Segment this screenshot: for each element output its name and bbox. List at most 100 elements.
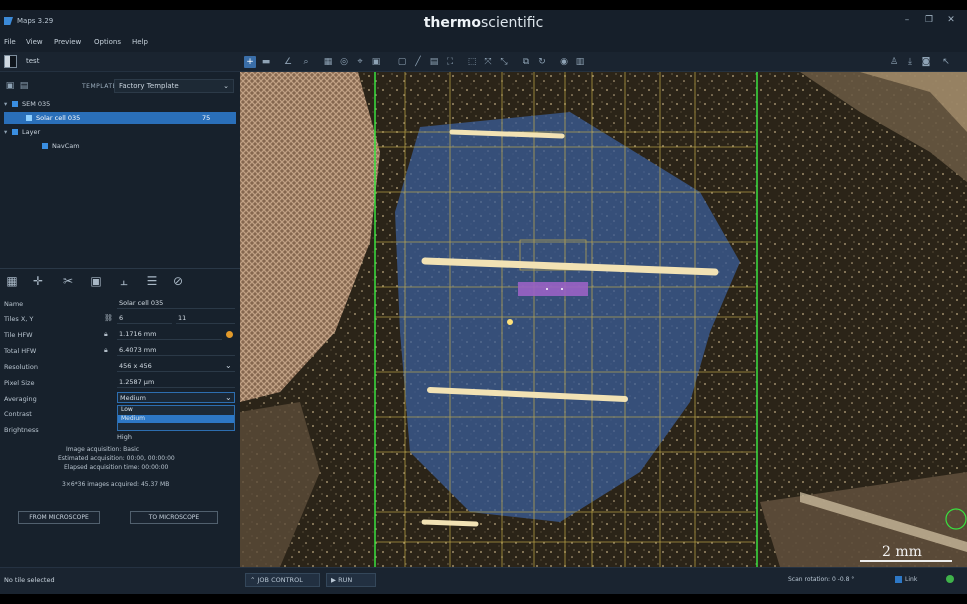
tile-set-icon	[26, 115, 32, 121]
menu-help[interactable]: Help	[132, 38, 148, 46]
tiles-y-field[interactable]: 11	[176, 313, 235, 324]
tree-item-layer[interactable]: ▾ Layer	[4, 126, 236, 138]
link-icon[interactable]: ⛓	[104, 314, 113, 322]
minimize-icon[interactable]: –	[900, 15, 914, 27]
link-label: Link	[905, 576, 918, 583]
download-icon[interactable]: ⤓	[904, 56, 916, 68]
chevron-up-icon: ⌃	[250, 576, 258, 584]
images-acquired-info: 3×6*36 images acquired: 45.37 MB	[62, 481, 170, 488]
image-icon[interactable]: ▣	[88, 273, 104, 289]
pin-icon[interactable]: ⌖	[354, 56, 366, 68]
averaging-select[interactable]: Medium	[117, 392, 235, 403]
selected-tile[interactable]	[518, 282, 588, 296]
shrink-icon[interactable]: ⤡	[498, 56, 510, 68]
template-label: TEMPLATE	[82, 83, 117, 90]
frame-icon[interactable]: ⛶	[444, 56, 456, 68]
option-low[interactable]: Low	[118, 406, 234, 415]
option-high[interactable]: High	[117, 433, 132, 441]
letterbox-top	[0, 0, 967, 10]
close-icon[interactable]: ✕	[944, 15, 958, 27]
scale-label: 2 mm	[882, 544, 922, 560]
name-field[interactable]: Solar cell 035	[117, 298, 235, 309]
image-acquisition-info: Image acquisition: Basic	[66, 446, 140, 453]
sliders-icon[interactable]: ☰	[144, 273, 160, 289]
remove-icon[interactable]: ▬	[260, 56, 272, 68]
tile-hfw-label: Tile HFW	[4, 331, 33, 339]
resolution-label: Resolution	[4, 363, 38, 371]
selection-status: No tile selected	[4, 576, 55, 584]
tile-count-badge: 75	[202, 114, 211, 122]
person-icon[interactable]: ♙	[888, 56, 900, 68]
run-button[interactable]: ▶ RUN	[326, 573, 376, 587]
zoom-icon[interactable]: ⌕	[300, 56, 312, 68]
elapsed-acquisition-info: Elapsed acquisition time: 00:00:00	[64, 464, 169, 471]
pointer-icon[interactable]: ↖	[940, 56, 952, 68]
pixel-size-value: 1.2587 µm	[117, 377, 235, 388]
device-icon	[12, 101, 18, 107]
tree-view-icon[interactable]: ▣	[4, 80, 16, 92]
chevron-down-icon: ⌄	[223, 82, 229, 90]
project-name: test	[26, 57, 40, 65]
image-viewport[interactable]	[240, 72, 967, 567]
add-icon[interactable]: +	[244, 56, 256, 68]
brand-logo: thermoscientific	[423, 15, 544, 31]
lock-icon[interactable]: 🔒︎	[104, 330, 111, 338]
lock-icon[interactable]: 🔒︎	[104, 346, 111, 354]
tree-item-navcam[interactable]: NavCam	[4, 140, 236, 152]
angle-icon[interactable]: ∠	[282, 56, 294, 68]
rotate-icon[interactable]: ↻	[536, 56, 548, 68]
from-microscope-button[interactable]: FROM MICROSCOPE	[18, 511, 100, 524]
tile-icon[interactable]: ▤	[428, 56, 440, 68]
connection-status-icon	[946, 575, 954, 583]
menu-view[interactable]: View	[26, 38, 43, 46]
panel-toggle-icon[interactable]	[4, 55, 17, 68]
rectangle-icon[interactable]: ▢	[396, 56, 408, 68]
option-medium[interactable]: Medium	[118, 414, 234, 423]
warning-indicator-icon	[226, 331, 233, 338]
estimated-acquisition-info: Estimated acquisition: 00:00, 00:00:00	[58, 455, 175, 462]
menu-file[interactable]: File	[4, 38, 16, 46]
expand-icon[interactable]: ⤧	[482, 56, 494, 68]
tree-item-solar-cell[interactable]: Solar cell 035 75	[4, 112, 236, 124]
grid-icon[interactable]: ▦	[322, 56, 334, 68]
snapshot-icon[interactable]: ◉	[558, 56, 570, 68]
list-view-icon[interactable]: ▤	[18, 80, 30, 92]
navcam-icon	[42, 143, 48, 149]
crosshair-icon[interactable]: ✛	[30, 273, 46, 289]
copy-icon[interactable]: ⧉	[520, 56, 532, 68]
micrograph-canvas[interactable]	[240, 72, 967, 567]
link-checkbox[interactable]	[895, 576, 902, 583]
select-icon[interactable]: ⬚	[466, 56, 478, 68]
pixel-size-label: Pixel Size	[4, 379, 35, 387]
tree-item-sem[interactable]: ▾ SEM 035	[4, 98, 236, 110]
menu-preview[interactable]: Preview	[54, 38, 81, 46]
layer-icon	[12, 129, 18, 135]
total-hfw-label: Total HFW	[4, 347, 37, 355]
letterbox-bottom	[0, 594, 967, 604]
tiles-label: Tiles X, Y	[4, 315, 34, 323]
camera-icon[interactable]: ◙	[920, 56, 932, 68]
job-control-button[interactable]: ⌃ JOB CONTROL	[245, 573, 320, 587]
to-microscope-button[interactable]: TO MICROSCOPE	[130, 511, 218, 524]
template-select[interactable]: Factory Template ⌄	[114, 79, 234, 93]
brightness-label: Brightness	[4, 426, 39, 434]
grid-settings-icon[interactable]: ▦	[4, 273, 20, 289]
export-icon[interactable]: ▥	[574, 56, 586, 68]
resolution-select[interactable]: 456 x 456	[117, 361, 235, 372]
tiles-x-field[interactable]: 6	[117, 313, 172, 324]
maximize-icon[interactable]: ❐	[922, 15, 936, 27]
averaging-dropdown: Low Medium	[117, 405, 235, 431]
line-icon[interactable]: ╱	[412, 56, 424, 68]
averaging-label: Averaging	[4, 395, 37, 403]
scan-rotation-field[interactable]: Scan rotation: 0 -0.8 °	[788, 576, 854, 583]
menu-options[interactable]: Options	[94, 38, 121, 46]
disable-icon[interactable]: ⊘	[170, 273, 186, 289]
scissors-icon[interactable]: ✂	[60, 273, 76, 289]
target-icon[interactable]: ◎	[338, 56, 350, 68]
total-hfw-field[interactable]: 6.4073 mm	[117, 345, 235, 356]
tile-hfw-field[interactable]: 1.1716 mm	[117, 329, 222, 340]
histogram-icon[interactable]: ⫠	[116, 273, 132, 289]
chevron-down-icon: ⌄	[225, 361, 232, 370]
name-label: Name	[4, 300, 24, 308]
layers-icon[interactable]: ▣	[370, 56, 382, 68]
